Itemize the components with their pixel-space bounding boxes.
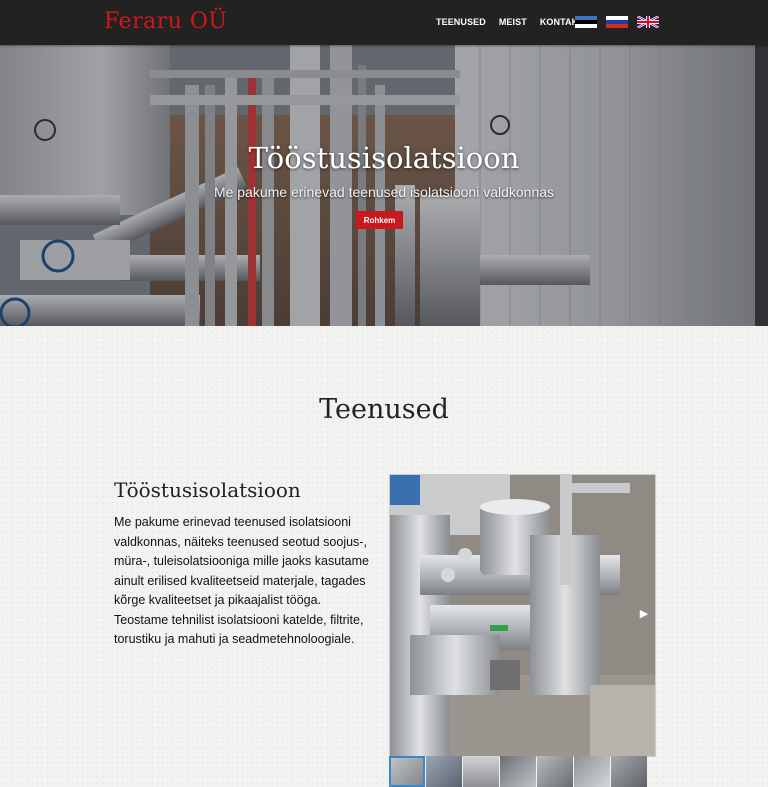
- gallery-main-image[interactable]: [389, 474, 656, 757]
- service-paragraph-1: Me pakume erinevad teenused isolatsiooni…: [114, 515, 369, 607]
- hero-title: Tööstusisolatsioon: [248, 141, 520, 175]
- gallery-thumbnail[interactable]: [537, 756, 573, 787]
- services-heading: Teenused: [319, 394, 449, 425]
- play-arrow-icon[interactable]: ▶: [637, 607, 651, 621]
- hero-subtitle: Me pakume erinevad teenused isolatsiooni…: [213, 184, 555, 200]
- nav-link-teenused[interactable]: TEENUSED: [436, 17, 486, 27]
- russian-flag-icon[interactable]: [606, 16, 628, 28]
- gallery-thumbnail[interactable]: [389, 756, 425, 787]
- gallery-thumbnails: [389, 756, 654, 787]
- gallery-thumbnail[interactable]: [574, 756, 610, 787]
- estonian-flag-icon[interactable]: [575, 16, 597, 28]
- gallery-thumbnail[interactable]: [463, 756, 499, 787]
- hero-banner: Tööstusisolatsioon Me pakume erinevad te…: [0, 45, 768, 326]
- gallery-thumbnail[interactable]: [611, 756, 647, 787]
- brand-logo[interactable]: Feraru OÜ: [104, 9, 227, 34]
- service-description: Me pakume erinevad teenused isolatsiooni…: [114, 513, 376, 650]
- nav-link-meist[interactable]: MEIST: [499, 17, 527, 27]
- english-flag-icon[interactable]: [637, 16, 659, 28]
- gallery-thumbnail[interactable]: [426, 756, 462, 787]
- service-title: Tööstusisolatsioon: [114, 478, 301, 502]
- service-paragraph-2: Teostame tehnilist isolatsiooni katelde,…: [114, 612, 364, 647]
- language-switcher: [575, 16, 659, 28]
- navbar: Feraru OÜ TEENUSED MEIST KONTAKT: [0, 0, 768, 45]
- more-button[interactable]: Rohkem: [356, 211, 403, 229]
- gallery-thumbnail[interactable]: [500, 756, 536, 787]
- nav-menu: TEENUSED MEIST KONTAKT: [436, 17, 584, 27]
- gallery-photo: [390, 475, 655, 756]
